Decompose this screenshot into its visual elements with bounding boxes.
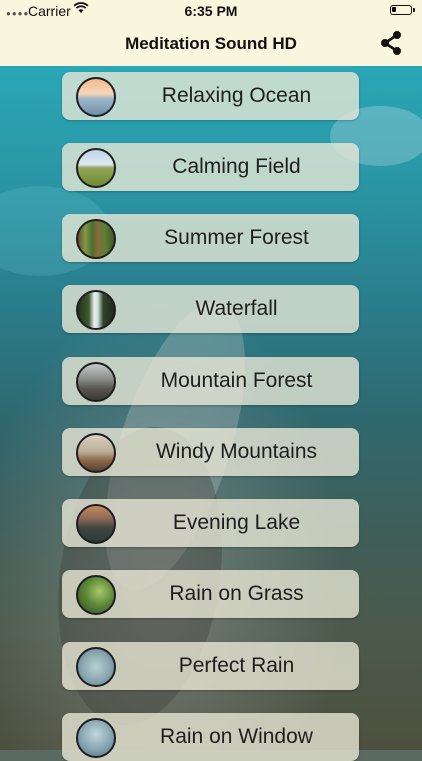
sound-item-label: Relaxing Ocean bbox=[161, 84, 312, 107]
sound-item-mountain-forest[interactable]: Mountain Forest bbox=[62, 357, 359, 405]
sound-item-label: Perfect Rain bbox=[178, 654, 295, 677]
sound-item-calming-field[interactable]: Calming Field bbox=[62, 143, 359, 191]
sound-item-label: Windy Mountains bbox=[155, 440, 318, 463]
forest-thumbnail bbox=[76, 219, 116, 259]
windy-mountains-thumbnail bbox=[76, 433, 116, 473]
waterfall-thumbnail bbox=[76, 290, 116, 330]
rain-thumbnail bbox=[76, 647, 116, 687]
sound-item-perfect-rain[interactable]: Perfect Rain bbox=[62, 642, 359, 690]
lake-thumbnail bbox=[76, 504, 116, 544]
sound-item-label: Evening Lake bbox=[172, 511, 301, 534]
sound-item-rain-on-window[interactable]: Rain on Window bbox=[62, 713, 359, 761]
sound-item-waterfall[interactable]: Waterfall bbox=[62, 285, 359, 333]
grass-thumbnail bbox=[76, 575, 116, 615]
sound-item-label: Waterfall bbox=[195, 297, 278, 320]
sound-item-label: Rain on Window bbox=[160, 725, 313, 748]
mountain-thumbnail bbox=[76, 362, 116, 402]
status-bar: ●●●● Carrier 6:35 PM bbox=[0, 0, 422, 22]
sound-item-summer-forest[interactable]: Summer Forest bbox=[62, 214, 359, 262]
sound-item-relaxing-ocean[interactable]: Relaxing Ocean bbox=[62, 72, 359, 120]
field-thumbnail bbox=[76, 148, 116, 188]
share-icon[interactable] bbox=[378, 30, 404, 56]
navigation-bar: ●●●● Carrier 6:35 PM Meditation Sound HD bbox=[0, 0, 422, 66]
window-thumbnail bbox=[76, 718, 116, 758]
sound-item-label: Mountain Forest bbox=[160, 369, 313, 392]
sound-item-evening-lake[interactable]: Evening Lake bbox=[62, 499, 359, 547]
sound-item-label: Summer Forest bbox=[164, 226, 309, 249]
sound-item-rain-on-grass[interactable]: Rain on Grass bbox=[62, 570, 359, 618]
ocean-thumbnail bbox=[76, 77, 116, 117]
page-title: Meditation Sound HD bbox=[125, 34, 297, 53]
sound-item-label: Rain on Grass bbox=[169, 582, 304, 605]
battery-icon bbox=[390, 5, 415, 15]
sound-item-windy-mountains[interactable]: Windy Mountains bbox=[62, 428, 359, 476]
clock: 6:35 PM bbox=[184, 3, 238, 19]
sound-item-label: Calming Field bbox=[172, 155, 301, 178]
